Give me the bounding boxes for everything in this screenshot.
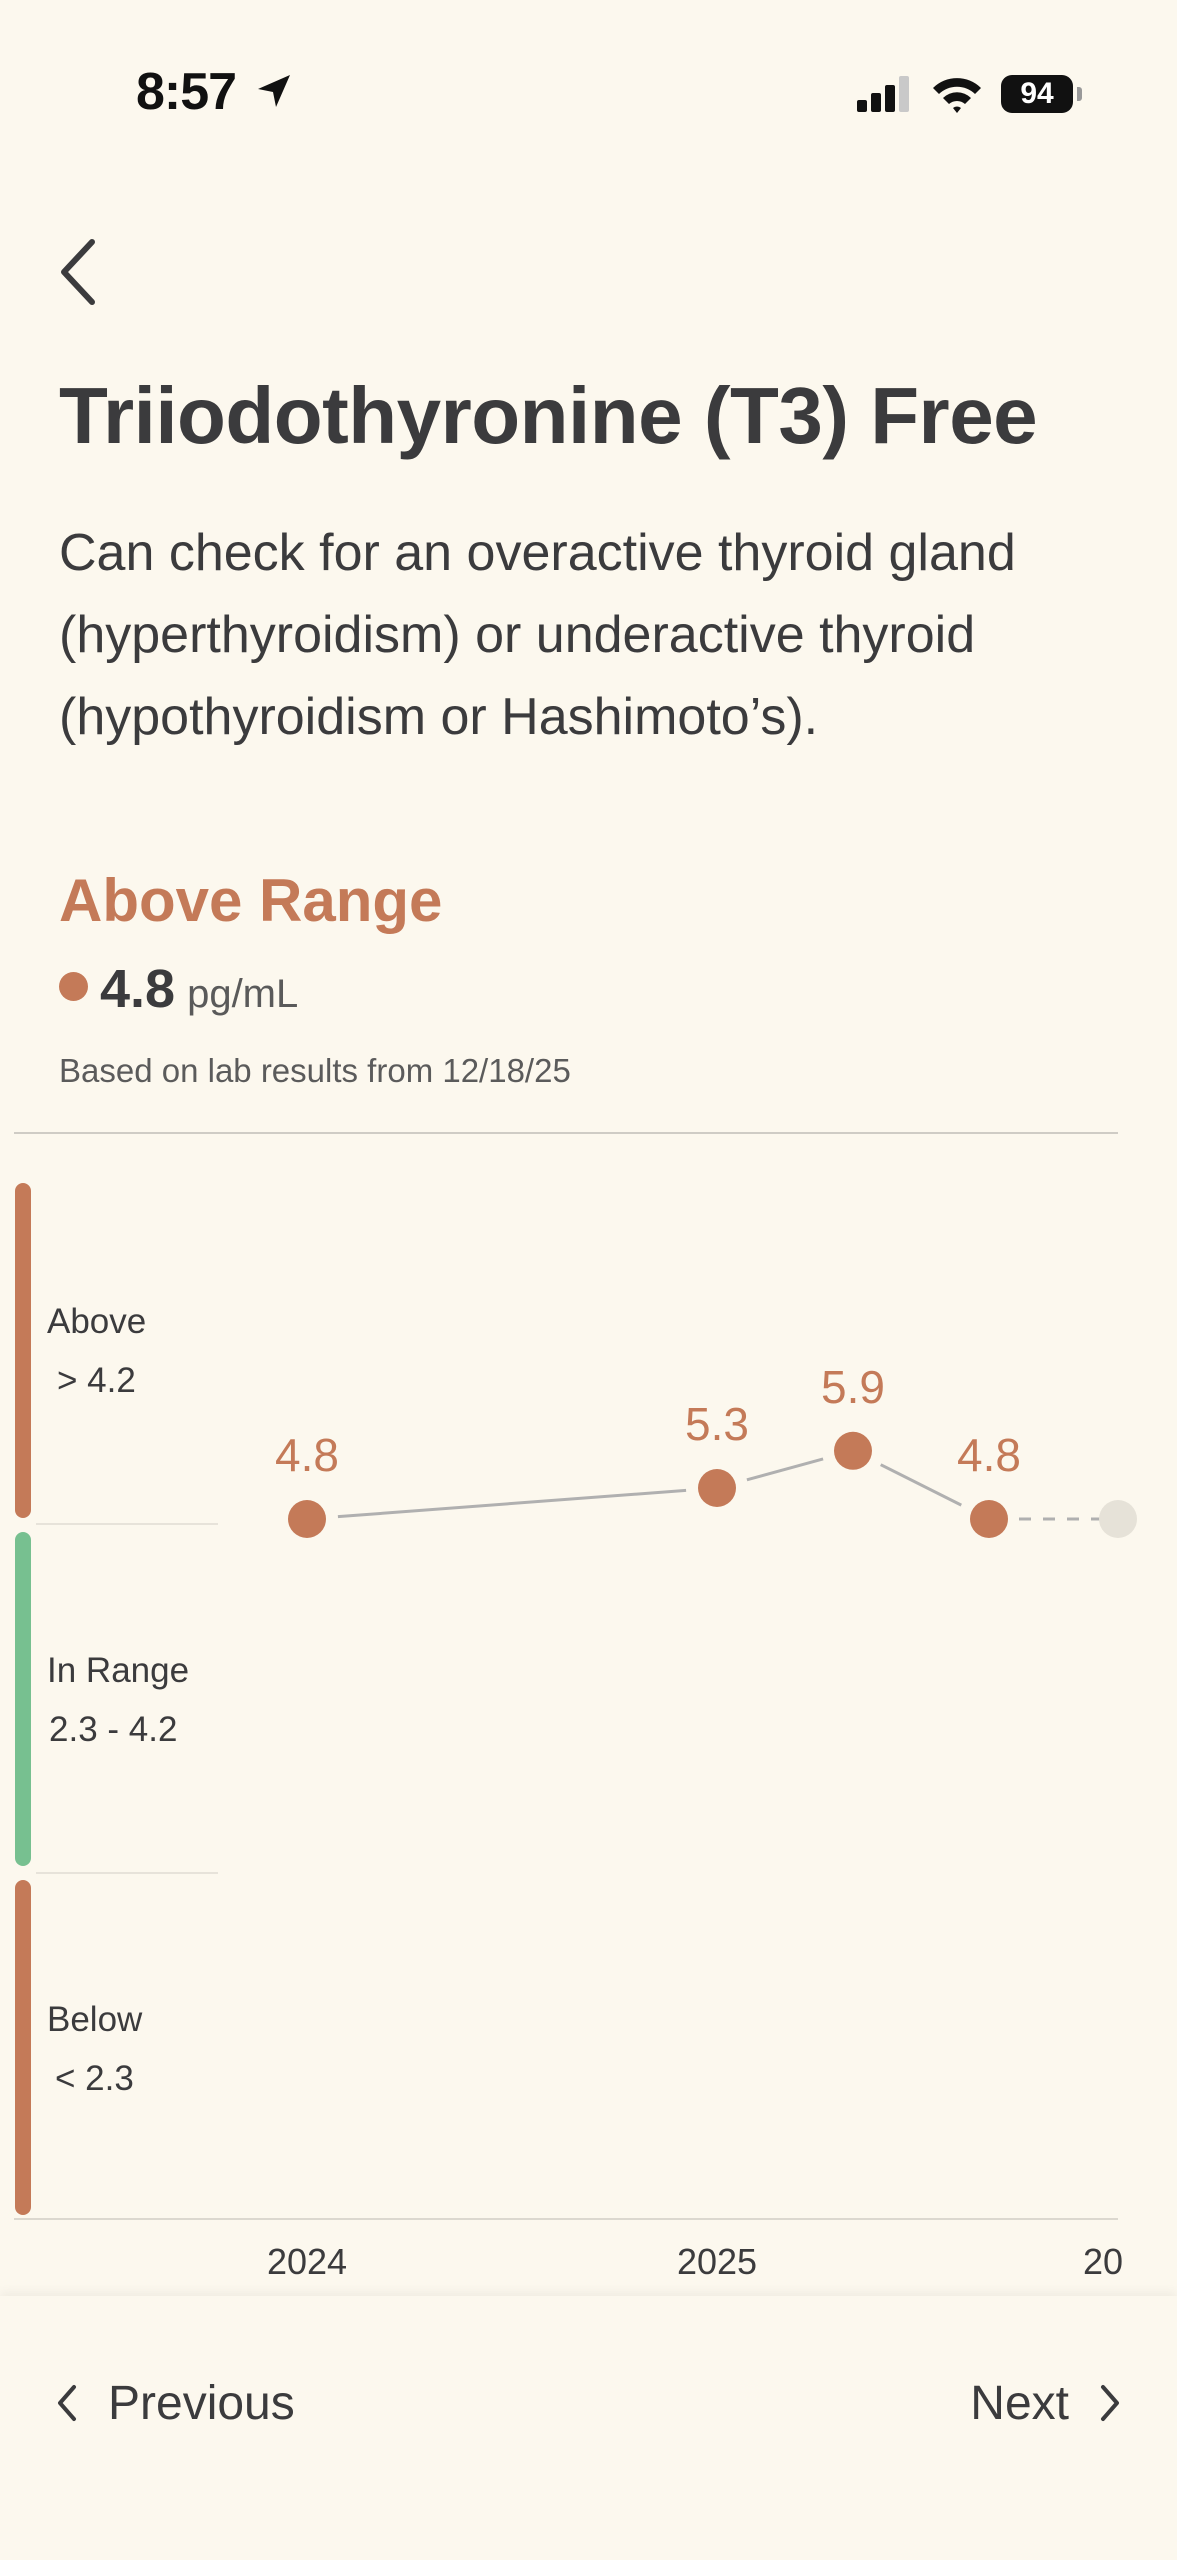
location-arrow-icon	[257, 75, 290, 107]
page-title: Triiodothyronine (T3) Free	[59, 371, 1038, 460]
battery-level: 94	[1020, 77, 1054, 110]
result-unit: pg/mL	[187, 972, 299, 1016]
battery-icon: 94	[1001, 75, 1082, 113]
data-point-4[interactable]	[970, 1500, 1008, 1538]
previous-label: Previous	[108, 2376, 295, 2430]
data-label-3: 5.9	[821, 1361, 885, 1413]
range-bar-above	[15, 1183, 31, 1518]
results-chart[interactable]: Above > 4.2 In Range 2.3 - 4.2 Below < 2…	[0, 1150, 1177, 2296]
x-tick-2025: 2025	[677, 2241, 757, 2282]
data-label-1: 4.8	[275, 1429, 339, 1481]
status-dot	[59, 972, 88, 1001]
range-bar-in-range	[15, 1532, 31, 1866]
status-icons: 94	[857, 70, 1082, 118]
result-date-note: Based on lab results from 12/18/25	[59, 1052, 571, 1089]
status-time-text: 8:57	[136, 63, 237, 121]
data-point-2[interactable]	[698, 1469, 736, 1507]
range-name-above: Above	[47, 1302, 146, 1341]
series-layer: 4.8 5.3 5.9 4.8	[275, 1361, 1137, 1538]
series-segment	[337, 1488, 687, 1519]
result-status: Above Range	[59, 867, 443, 934]
chevron-left-icon	[61, 239, 95, 305]
next-button[interactable]: Next	[970, 2368, 1125, 2438]
series-segment	[746, 1457, 824, 1482]
x-tick-next: 20	[1083, 2241, 1123, 2282]
range-value-above: > 4.2	[57, 1361, 136, 1400]
previous-button[interactable]: Previous	[52, 2368, 295, 2438]
data-label-2: 5.3	[685, 1398, 749, 1450]
range-value-in-range: 2.3 - 4.2	[49, 1710, 177, 1749]
status-time: 8:57	[136, 62, 294, 122]
range-value-below: < 2.3	[55, 2059, 134, 2098]
divider	[14, 1132, 1118, 1134]
series-segment	[880, 1463, 962, 1507]
range-bar-below	[15, 1880, 31, 2215]
data-point-3[interactable]	[834, 1431, 872, 1470]
result-value-row: 4.8 pg/mL	[59, 958, 298, 1020]
next-label: Next	[970, 2376, 1069, 2430]
x-tick-2024: 2024	[267, 2241, 347, 2282]
range-name-below: Below	[47, 2000, 143, 2039]
cellular-signal-icon	[857, 76, 909, 112]
result-value: 4.8	[100, 959, 176, 1019]
upcoming-point	[1099, 1500, 1137, 1538]
wifi-icon	[933, 78, 981, 113]
bottom-navigation: Previous Next	[0, 2296, 1177, 2560]
data-label-4: 4.8	[957, 1429, 1021, 1481]
chevron-left-icon	[58, 2385, 76, 2421]
range-name-in-range: In Range	[47, 1651, 189, 1690]
back-button[interactable]	[50, 232, 110, 312]
test-description: Can check for an overactive thyroid glan…	[59, 524, 1016, 746]
chevron-right-icon	[1101, 2385, 1119, 2421]
data-point-1[interactable]	[288, 1500, 326, 1538]
